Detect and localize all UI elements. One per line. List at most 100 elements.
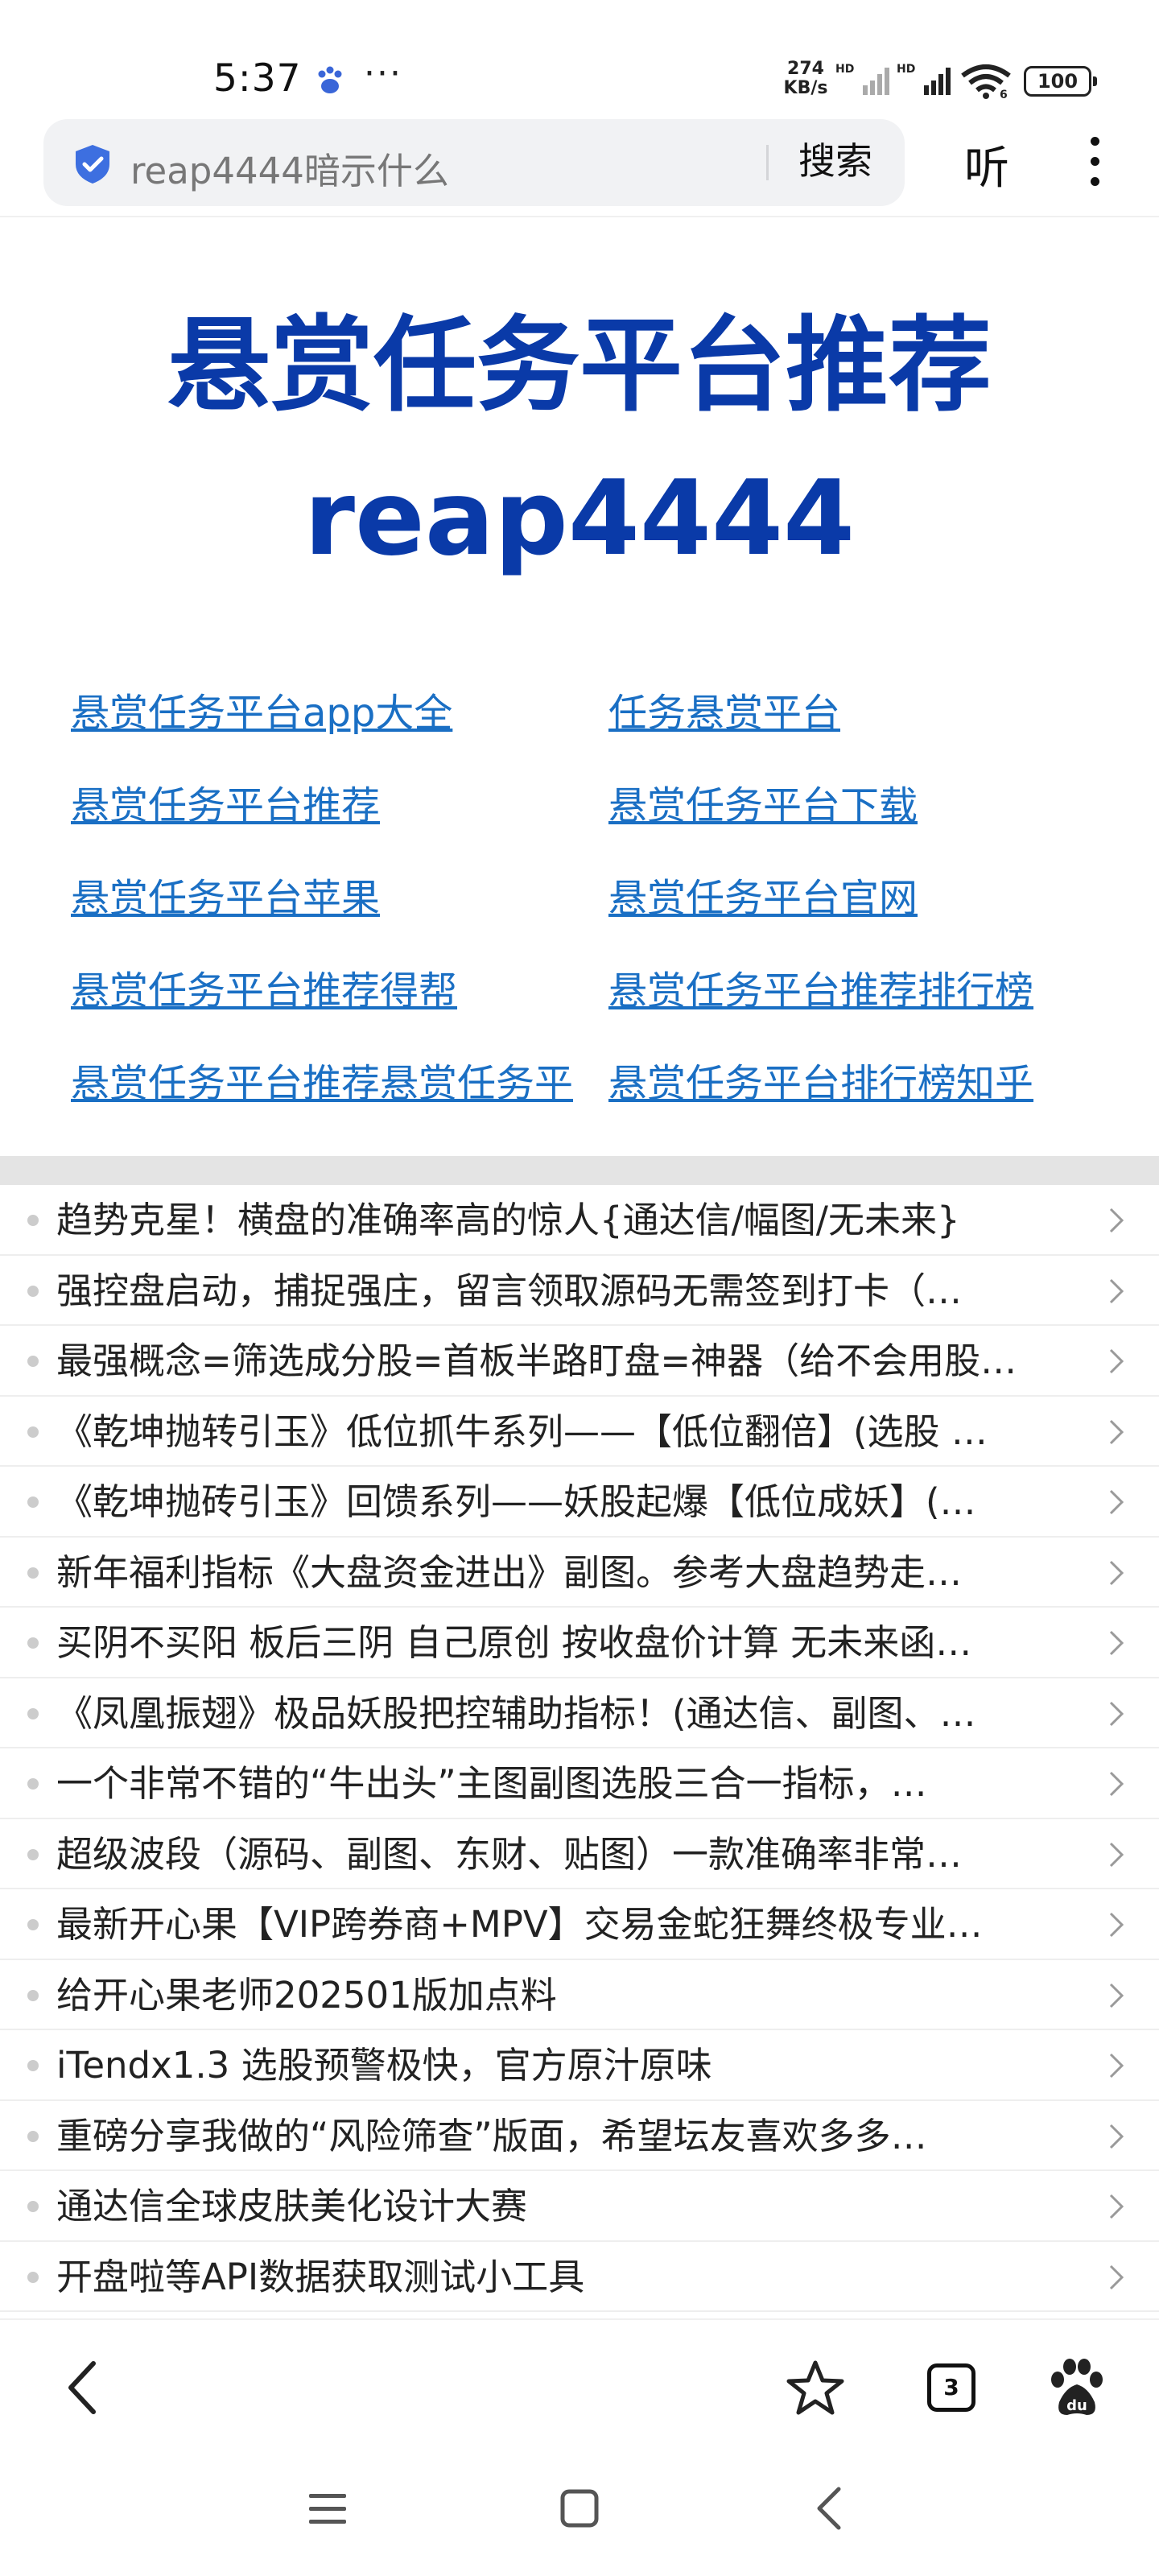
search-query-text[interactable]: reap4444暗示什么 bbox=[130, 142, 449, 194]
related-link[interactable]: 悬赏任务平台推荐 bbox=[71, 774, 380, 830]
list-item-title: 通达信全球皮肤美化设计大赛 bbox=[56, 2185, 528, 2227]
svg-text:HD: HD bbox=[835, 63, 854, 76]
list-item-title: 给开心果老师202501版加点料 bbox=[56, 1973, 557, 2017]
bookmark-star-icon[interactable] bbox=[786, 2359, 845, 2418]
back-arrow-icon[interactable] bbox=[61, 2355, 106, 2420]
list-item-title: 买阴不买阳 板后三阴 自己原创 按收盘价计算 无未来函… bbox=[56, 1621, 972, 1664]
search-divider bbox=[766, 145, 769, 180]
list-item[interactable]: 最强概念=筛选成分股=首板半路盯盘=神器（给不会用股… bbox=[0, 1326, 1159, 1397]
list-item[interactable]: 《乾坤抛砖引玉》回馈系列——妖股起爆【低位成妖】(… bbox=[0, 1467, 1159, 1538]
list-item-title: 最强概念=筛选成分股=首板半路盯盘=神器（给不会用股… bbox=[56, 1340, 1017, 1382]
bullet-icon bbox=[27, 1567, 39, 1579]
signal-strength-icon: HD bbox=[835, 63, 889, 95]
chevron-right-icon bbox=[1109, 1912, 1124, 1938]
list-item[interactable]: 趋势克星！横盘的准确率高的惊人{通达信/幅图/无未来} bbox=[0, 1185, 1159, 1256]
network-speed: 274 KB/s bbox=[783, 59, 828, 98]
list-item[interactable]: 重磅分享我做的“风险筛查”版面，希望坛友喜欢多多… bbox=[0, 2101, 1159, 2171]
list-item[interactable]: 给开心果老师202501版加点料 bbox=[0, 1960, 1159, 2030]
chevron-right-icon bbox=[1109, 1701, 1124, 1726]
related-link[interactable]: 悬赏任务平台推荐排行榜 bbox=[608, 959, 1033, 1015]
list-item-title: 强控盘启动，捕捉强庄，留言领取源码无需签到打卡（… bbox=[56, 1269, 963, 1312]
list-item[interactable]: 《乾坤抛转引玉》低位抓牛系列——【低位翻倍】(选股 … bbox=[0, 1397, 1159, 1467]
list-item[interactable]: 新年福利指标《大盘资金进出》副图。参考大盘趋势走… bbox=[0, 1538, 1159, 1608]
chevron-right-icon bbox=[1109, 1983, 1124, 2008]
home-icon[interactable] bbox=[559, 2487, 600, 2529]
search-button[interactable]: 搜索 bbox=[798, 137, 872, 185]
list-item-title: 新年福利指标《大盘资金进出》副图。参考大盘趋势走… bbox=[56, 1550, 963, 1594]
list-item-title: 《凤凰振翅》极品妖股把控辅助指标！(通达信、副图、… bbox=[56, 1691, 976, 1735]
svg-text:du: du bbox=[1066, 2397, 1087, 2414]
list-item-title: 《乾坤抛转引玉》低位抓牛系列——【低位翻倍】(选股 … bbox=[56, 1410, 988, 1453]
list-item[interactable]: 买阴不买阳 板后三阴 自己原创 按收盘价计算 无未来函… bbox=[0, 1608, 1159, 1678]
chevron-right-icon bbox=[1109, 1560, 1124, 1585]
list-item-title: 最新开心果【VIP跨券商+MPV】交易金蛇狂舞终极专业… bbox=[56, 1903, 983, 1946]
bullet-icon bbox=[27, 1356, 39, 1367]
bullet-icon bbox=[27, 2201, 39, 2212]
chevron-right-icon bbox=[1109, 1842, 1124, 1867]
chevron-right-icon bbox=[1109, 2264, 1124, 2289]
list-item-title: iTendx1.3 选股预警极快，官方原汁原味 bbox=[56, 2044, 712, 2087]
bullet-icon bbox=[27, 1707, 39, 1719]
list-item[interactable]: 最新开心果【VIP跨券商+MPV】交易金蛇狂舞终极专业… bbox=[0, 1889, 1159, 1960]
signal-strength-icon: HD bbox=[897, 63, 951, 95]
list-item-title: 《乾坤抛砖引玉》回馈系列——妖股起爆【低位成妖】(… bbox=[56, 1480, 976, 1523]
wifi-icon: 6 bbox=[961, 64, 1011, 100]
svg-text:6: 6 bbox=[1000, 89, 1008, 100]
related-link[interactable]: 悬赏任务平台推荐悬赏任务平 bbox=[71, 1051, 573, 1108]
list-item[interactable]: 强控盘启动，捕捉强庄，留言领取源码无需签到打卡（… bbox=[0, 1256, 1159, 1326]
chevron-right-icon bbox=[1109, 1419, 1124, 1444]
chevron-right-icon bbox=[1109, 2194, 1124, 2219]
related-link[interactable]: 悬赏任务平台推荐得帮 bbox=[71, 959, 457, 1015]
list-item-title: 开盘啦等API数据获取测试小工具 bbox=[56, 2255, 585, 2298]
related-link[interactable]: 任务悬赏平台 bbox=[608, 681, 840, 737]
status-time: 5:37 bbox=[213, 56, 302, 101]
related-link[interactable]: 悬赏任务平台下载 bbox=[608, 774, 918, 830]
tabs-count-button[interactable]: 3 bbox=[927, 2363, 975, 2412]
svg-text:HD: HD bbox=[897, 63, 915, 76]
list-item[interactable]: iTendx1.3 选股预警极快，官方原汁原味 bbox=[0, 2030, 1159, 2101]
list-item[interactable]: 《凤凰振翅》极品妖股把控辅助指标！(通达信、副图、… bbox=[0, 1678, 1159, 1748]
page-title-line-2: reap4444 bbox=[303, 459, 856, 579]
bullet-icon bbox=[27, 1778, 39, 1790]
chevron-right-icon bbox=[1109, 1208, 1124, 1233]
list-item-title: 一个非常不错的“牛出头”主图副图选股三合一指标，… bbox=[56, 1762, 927, 1805]
status-more-dots: ··· bbox=[364, 53, 402, 94]
header-divider bbox=[0, 216, 1159, 217]
baidu-paw-icon bbox=[318, 66, 342, 93]
list-item[interactable]: 超级波段（源码、副图、东财、贴图）一款准确率非常… bbox=[0, 1819, 1159, 1889]
baidu-paw-icon[interactable]: du bbox=[1046, 2355, 1107, 2420]
bullet-icon bbox=[27, 1848, 39, 1860]
browser-page: 5:37 ··· 274 KB/s HD HD 6 100 reap4444暗示… bbox=[0, 0, 1159, 2576]
list-item-title: 超级波段（源码、副图、东财、贴图）一款准确率非常… bbox=[56, 1832, 963, 1876]
system-back-icon[interactable] bbox=[811, 2484, 848, 2533]
related-link[interactable]: 悬赏任务平台排行榜知乎 bbox=[608, 1051, 1033, 1108]
bullet-icon bbox=[27, 2130, 39, 2142]
address-bar[interactable]: reap4444暗示什么 搜索 bbox=[43, 119, 905, 206]
chevron-right-icon bbox=[1109, 1278, 1124, 1303]
more-options-icon[interactable] bbox=[1082, 137, 1107, 193]
menu-icon[interactable] bbox=[306, 2489, 349, 2529]
chevron-right-icon bbox=[1109, 1771, 1124, 1797]
related-link[interactable]: 悬赏任务平台苹果 bbox=[71, 866, 380, 923]
related-link[interactable]: 悬赏任务平台app大全 bbox=[71, 681, 452, 737]
related-link[interactable]: 悬赏任务平台官网 bbox=[608, 866, 918, 923]
chevron-right-icon bbox=[1109, 2124, 1124, 2149]
chevron-right-icon bbox=[1109, 1489, 1124, 1515]
list-item[interactable]: 通达信全球皮肤美化设计大赛 bbox=[0, 2171, 1159, 2242]
page-title-line-1: 悬赏任务平台推荐 bbox=[167, 306, 992, 426]
bullet-icon bbox=[27, 1215, 39, 1226]
bullet-icon bbox=[27, 1919, 39, 1930]
bullet-icon bbox=[27, 2060, 39, 2071]
bullet-icon bbox=[27, 2271, 39, 2283]
bullet-icon bbox=[27, 1426, 39, 1438]
listen-button[interactable]: 听 bbox=[964, 132, 1009, 197]
news-list: 趋势克星！横盘的准确率高的惊人{通达信/幅图/无未来} 强控盘启动，捕捉强庄，留… bbox=[0, 1185, 1159, 2312]
list-item[interactable]: 开盘啦等API数据获取测试小工具 bbox=[0, 2242, 1159, 2312]
list-item-title: 趋势克星！横盘的准确率高的惊人{通达信/幅图/无未来} bbox=[56, 1199, 960, 1241]
battery-indicator: 100 bbox=[1024, 66, 1097, 97]
shield-check-icon bbox=[76, 145, 109, 184]
chevron-right-icon bbox=[1109, 2053, 1124, 2079]
bullet-icon bbox=[27, 1637, 39, 1649]
list-item[interactable]: 一个非常不错的“牛出头”主图副图选股三合一指标，… bbox=[0, 1748, 1159, 1819]
bullet-icon bbox=[27, 1989, 39, 2001]
